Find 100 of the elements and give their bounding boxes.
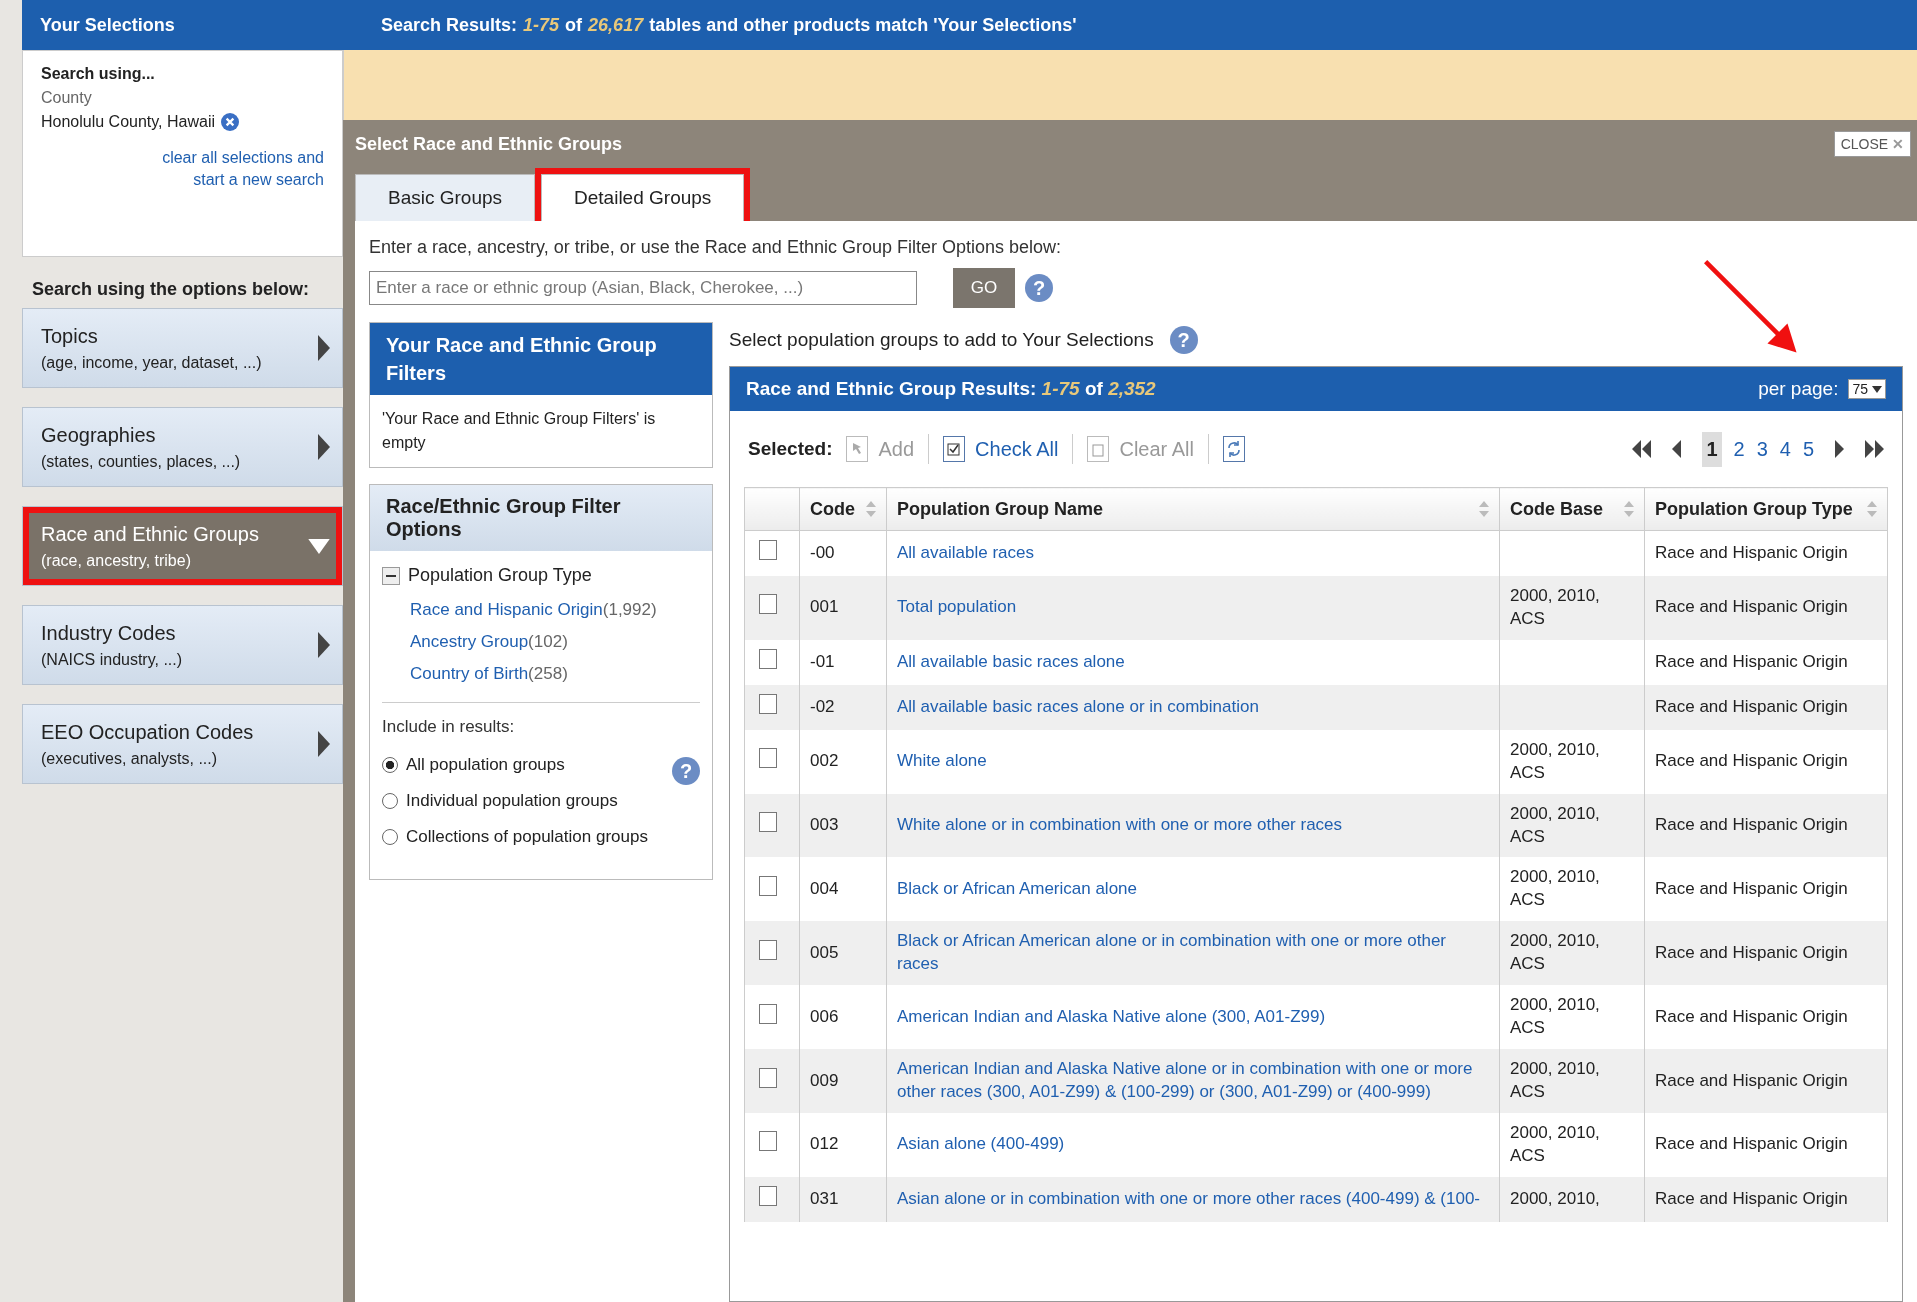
group-name-link[interactable]: Black or African American alone — [897, 877, 1489, 901]
filter-link[interactable]: Race and Hispanic Origin — [410, 600, 603, 619]
radio-label: Individual population groups — [406, 791, 618, 811]
row-checkbox[interactable] — [759, 648, 777, 669]
caret-right-icon — [318, 335, 330, 361]
radio-label: Collections of population groups — [406, 827, 648, 847]
sort-icon — [866, 501, 876, 517]
row-checkbox[interactable] — [759, 875, 777, 896]
table-cell: -02 — [799, 684, 887, 730]
table-cell: Race and Hispanic Origin — [1644, 530, 1888, 576]
column-header[interactable]: Population Group Type — [1644, 487, 1888, 531]
table-cell-text: 2000, 2010, ACS — [1510, 930, 1601, 976]
row-checkbox[interactable] — [759, 812, 777, 833]
help-button[interactable]: ? — [1025, 274, 1053, 302]
search-field[interactable]: Enter a race or ethnic group (Asian, Black, Cherokee, ...) — [369, 271, 917, 305]
caret-right-icon — [318, 434, 330, 460]
table-cell-text: 2000, 2010, — [1510, 1187, 1601, 1210]
page-link[interactable]: 5 — [1802, 437, 1814, 461]
table-cell: Race and Hispanic Origin — [1644, 729, 1888, 794]
group-name-link[interactable]: All available races — [897, 542, 1489, 565]
table-cell: 009 — [799, 1049, 887, 1113]
sidebar-item[interactable]: EEO Occupation Codes (executives, analysts, ...) — [22, 704, 343, 784]
filter-link[interactable]: Ancestry Group — [410, 632, 529, 651]
page-link[interactable]: 2 — [1733, 437, 1745, 461]
per-page-dropdown[interactable]: 75 — [1848, 379, 1886, 399]
caret-down-icon — [1872, 385, 1882, 393]
results-count: Race and Ethnic Group Results: 1-75 of 2,352 — [746, 378, 1156, 400]
table-cell: Race and Hispanic Origin — [1644, 1176, 1888, 1222]
group-name-link[interactable]: White alone — [897, 750, 1489, 774]
per-page-label: per page: — [1758, 378, 1839, 400]
group-label: Population Group Type — [408, 565, 592, 586]
help-button[interactable]: ? — [672, 757, 700, 785]
page-link[interactable]: 3 — [1756, 437, 1768, 461]
selected-label: Selected: — [748, 438, 833, 460]
collapse-icon[interactable] — [382, 566, 400, 585]
sidebar-item[interactable]: Race and Ethnic Groups (race, ancestry, tribe) — [22, 506, 343, 586]
page-link[interactable]: 1 — [1702, 431, 1722, 467]
previous-page-icon[interactable] — [1672, 440, 1683, 458]
row-checkbox[interactable] — [759, 939, 777, 960]
row-checkbox[interactable] — [759, 1003, 777, 1024]
row-checkbox[interactable] — [759, 1067, 777, 1088]
row-checkbox[interactable] — [759, 540, 777, 560]
table-cell-text: 2000, 2010, ACS — [1510, 994, 1601, 1040]
table-cell-text: 2000, 2010, ACS — [1510, 1058, 1601, 1103]
table-cell: 005 — [799, 921, 887, 986]
row-checkbox[interactable] — [759, 594, 777, 615]
checkbox-icon — [943, 436, 966, 462]
row-checkbox[interactable] — [759, 1185, 777, 1206]
first-page-icon[interactable] — [1632, 440, 1653, 458]
group-name-link[interactable]: All available basic races alone — [897, 650, 1489, 674]
sort-icon — [1479, 501, 1489, 517]
table-cell-text: 2000, 2010, ACS — [1510, 1121, 1601, 1167]
caret-right-icon — [318, 731, 330, 757]
column-header[interactable]: Population Group Name — [886, 487, 1500, 531]
row-checkbox[interactable] — [759, 693, 777, 714]
group-name-link[interactable]: Asian alone (400-499) — [897, 1133, 1489, 1157]
checkbox-icon — [1087, 436, 1110, 462]
include-label: Include in results: — [382, 717, 516, 737]
tab[interactable]: Basic Groups — [355, 174, 536, 221]
last-page-icon[interactable] — [1864, 440, 1884, 458]
check-all-button[interactable]: Check All — [943, 436, 1059, 462]
sidebar-item[interactable]: Geographies (states, counties, places, ...) — [22, 407, 343, 487]
help-button[interactable]: ? — [1169, 326, 1198, 354]
table-cell: -00 — [799, 530, 887, 576]
filter-count: (102) — [528, 632, 568, 651]
column-header[interactable]: Code Base — [1499, 487, 1645, 531]
go-button[interactable]: GO — [953, 268, 1015, 308]
selection-type: County — [41, 89, 93, 107]
page-link[interactable]: 4 — [1779, 437, 1791, 461]
search-using-label: Search using... — [41, 65, 156, 83]
row-checkbox[interactable] — [759, 1131, 777, 1152]
clear-selections-link[interactable]: clear all selections and start a new search — [134, 147, 324, 192]
radio-label: All population groups — [406, 755, 565, 775]
cursor-icon — [846, 436, 869, 462]
sort-icon — [1624, 501, 1634, 517]
close-button[interactable]: CLOSE ✕ — [1833, 131, 1911, 157]
instruction-text: Select population groups to add to Your Selections — [729, 329, 1154, 351]
results-header: Search Results: 1-75 of 26,617 tables and other products match 'Your Selections' — [343, 0, 1917, 50]
group-name-link[interactable]: American Indian and Alaska Native alone (300, A01-Z99) — [897, 1005, 1489, 1029]
next-page-icon[interactable] — [1834, 440, 1844, 458]
sidebar-item[interactable]: Industry Codes (NAICS industry, ...) — [22, 605, 343, 685]
filters-header: Your Race and Ethnic Group Filters — [370, 323, 712, 395]
table-cell: 031 — [799, 1176, 887, 1222]
radio-button[interactable] — [382, 757, 398, 773]
table-cell: Race and Hispanic Origin — [1644, 1112, 1888, 1177]
remove-icon[interactable] — [221, 113, 239, 131]
filter-link[interactable]: Country of Birth — [410, 664, 529, 683]
caret-right-icon — [318, 632, 330, 658]
sidebar-item[interactable]: Topics (age, income, year, dataset, ...) — [22, 308, 343, 388]
table-cell-text: 2000, 2010, ACS — [1510, 866, 1601, 912]
table-cell: 001 — [799, 575, 887, 640]
caret-down-icon — [308, 538, 330, 554]
table-cell: -01 — [799, 639, 887, 685]
filter-count: (1,992) — [602, 600, 657, 619]
refresh-icon[interactable] — [1222, 436, 1245, 462]
row-checkbox[interactable] — [759, 748, 777, 769]
table-cell: Race and Hispanic Origin — [1644, 793, 1888, 858]
table-cell: Race and Hispanic Origin — [1644, 684, 1888, 730]
column-header[interactable]: Code — [799, 487, 887, 531]
table-cell: Race and Hispanic Origin — [1644, 575, 1888, 640]
